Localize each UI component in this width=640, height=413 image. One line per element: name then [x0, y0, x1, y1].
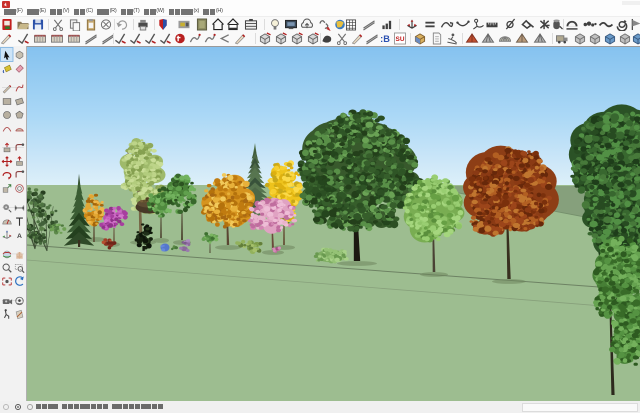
- svg-text:SU: SU: [396, 36, 405, 43]
- svg-text:A: A: [17, 233, 22, 240]
- svg-text::B: :B: [380, 34, 390, 44]
